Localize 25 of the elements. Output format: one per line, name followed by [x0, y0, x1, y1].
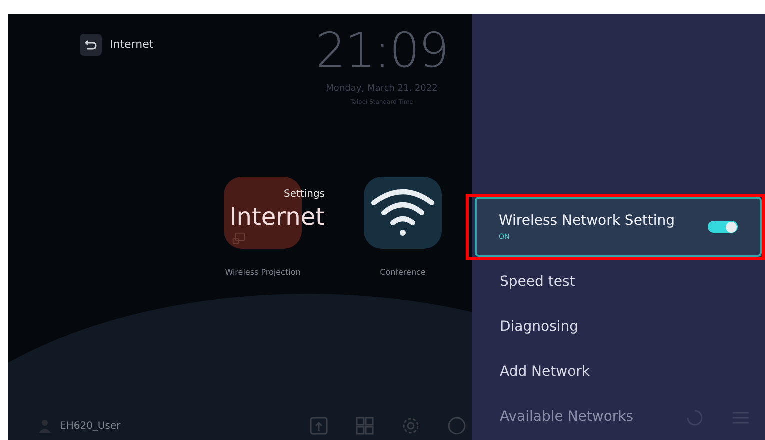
clock-time: 21:09: [316, 27, 448, 75]
app-label: Conference: [380, 266, 426, 278]
back-button[interactable]: [80, 34, 102, 56]
apps-grid-icon[interactable]: [356, 417, 374, 435]
back-label: Internet: [110, 36, 154, 53]
menu-item-label: Wireless Network Setting: [499, 212, 676, 232]
app-label: Wireless Projection: [225, 266, 301, 278]
loading-icon: [687, 410, 703, 426]
toggle-switch[interactable]: [708, 221, 738, 233]
user-icon: [38, 419, 52, 433]
user-name: EH620_User: [60, 420, 121, 434]
menu-item[interactable]: Speed test: [472, 260, 765, 305]
back-icon: [85, 40, 97, 50]
app-tile[interactable]: [364, 176, 442, 248]
upload-icon[interactable]: [310, 417, 328, 435]
menu-item[interactable]: Add Network: [472, 350, 765, 395]
cast-icon: [232, 232, 246, 246]
clock-date: Monday, March 21, 2022: [326, 83, 438, 96]
menu-item[interactable]: Diagnosing: [472, 305, 765, 350]
menu-item[interactable]: Available Networks: [472, 395, 765, 440]
overlay-caption: Settings: [284, 188, 325, 202]
list-icon[interactable]: [733, 412, 749, 424]
overlay-title: Internet: [230, 202, 325, 232]
settings-icon[interactable]: [402, 417, 420, 435]
wifi-icon: [370, 186, 436, 238]
